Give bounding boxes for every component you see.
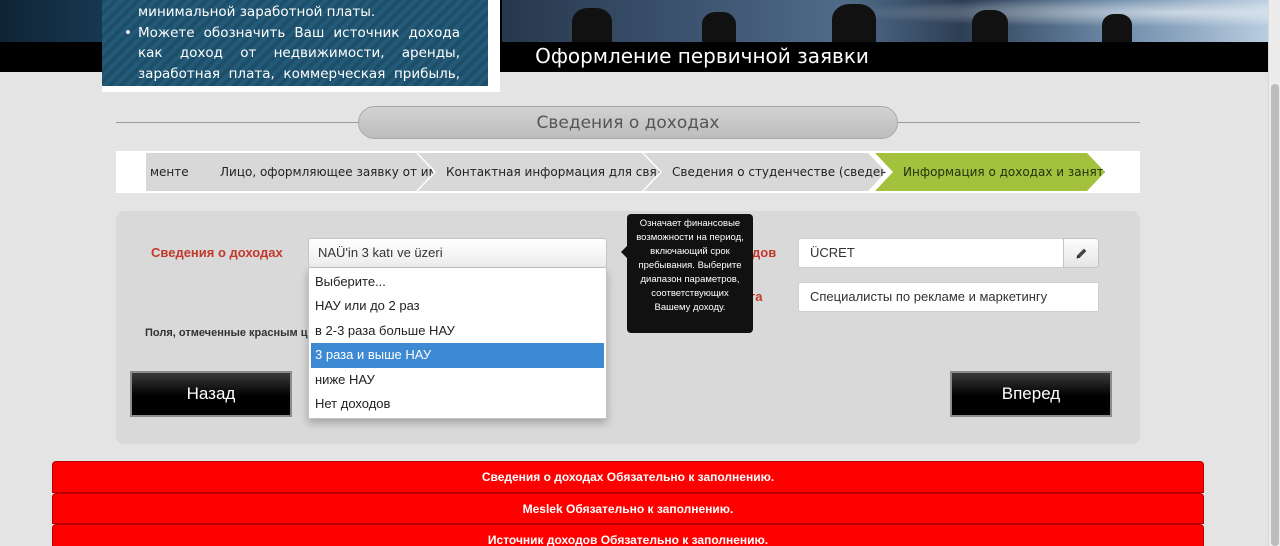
error-message: Meslek Обязательно к заполнению. — [52, 492, 1204, 524]
wizard-steps: менте Лицо, оформляющее заявку от имени … — [116, 151, 1140, 193]
scrollbar-thumb[interactable] — [1271, 84, 1279, 546]
info-bullet: Можете обозначить Ваш источник дохода ка… — [124, 23, 460, 87]
income-select[interactable]: NAÜ'in 3 katı ve üzeri — [308, 238, 607, 268]
dropdown-option[interactable]: Выберите... — [311, 270, 604, 294]
error-message: Источник доходов Обязательно к заполнени… — [52, 524, 1204, 546]
page-title: Оформление первичной заявки — [535, 44, 869, 68]
dropdown-option[interactable]: Нет доходов — [311, 392, 604, 416]
info-box: минимальной заработной платы. Можете обо… — [102, 0, 500, 92]
dropdown-option[interactable]: НАУ или до 2 раз — [311, 294, 604, 318]
dropdown-option[interactable]: в 2-3 раза больше НАУ — [311, 319, 604, 343]
step-item[interactable]: Лицо, оформляющее заявку от имени и — [192, 153, 434, 191]
step-item[interactable]: Сведения о студенчестве (сведения о те — [644, 153, 886, 191]
job-field[interactable]: Специалисты по рекламе и маркетингу — [798, 282, 1099, 312]
income-source-field[interactable]: ÜCRET — [798, 238, 1064, 268]
section-title: Сведения о доходах — [358, 106, 898, 139]
info-text-line: минимальной заработной платы. — [138, 4, 376, 20]
error-list: Сведения о доходах Обязательно к заполне… — [52, 461, 1204, 546]
dropdown-option[interactable]: ниже НАУ — [311, 368, 604, 392]
page-scrollbar[interactable] — [1268, 0, 1280, 546]
pencil-icon — [1076, 248, 1086, 258]
back-button[interactable]: Назад — [130, 371, 292, 417]
income-label: Сведения о доходах — [151, 245, 283, 260]
error-message: Сведения о доходах Обязательно к заполне… — [52, 461, 1204, 493]
income-dropdown-list: Выберите... НАУ или до 2 раз в 2-3 раза … — [308, 268, 607, 419]
banner-photo-right — [502, 0, 1268, 42]
step-item[interactable]: Контактная информация для связи в Турции — [418, 153, 660, 191]
dropdown-option-selected[interactable]: 3 раза и выше НАУ — [311, 343, 604, 368]
required-hint: Поля, отмеченные красным цв — [145, 327, 308, 339]
source-label: дов — [752, 245, 777, 260]
edit-button[interactable] — [1063, 238, 1099, 268]
next-button[interactable]: Вперед — [950, 371, 1112, 417]
step-item-active[interactable]: Информация о доходах и занятости — [875, 153, 1105, 191]
income-tooltip: Означает финансовые возможности на перио… — [621, 214, 753, 333]
